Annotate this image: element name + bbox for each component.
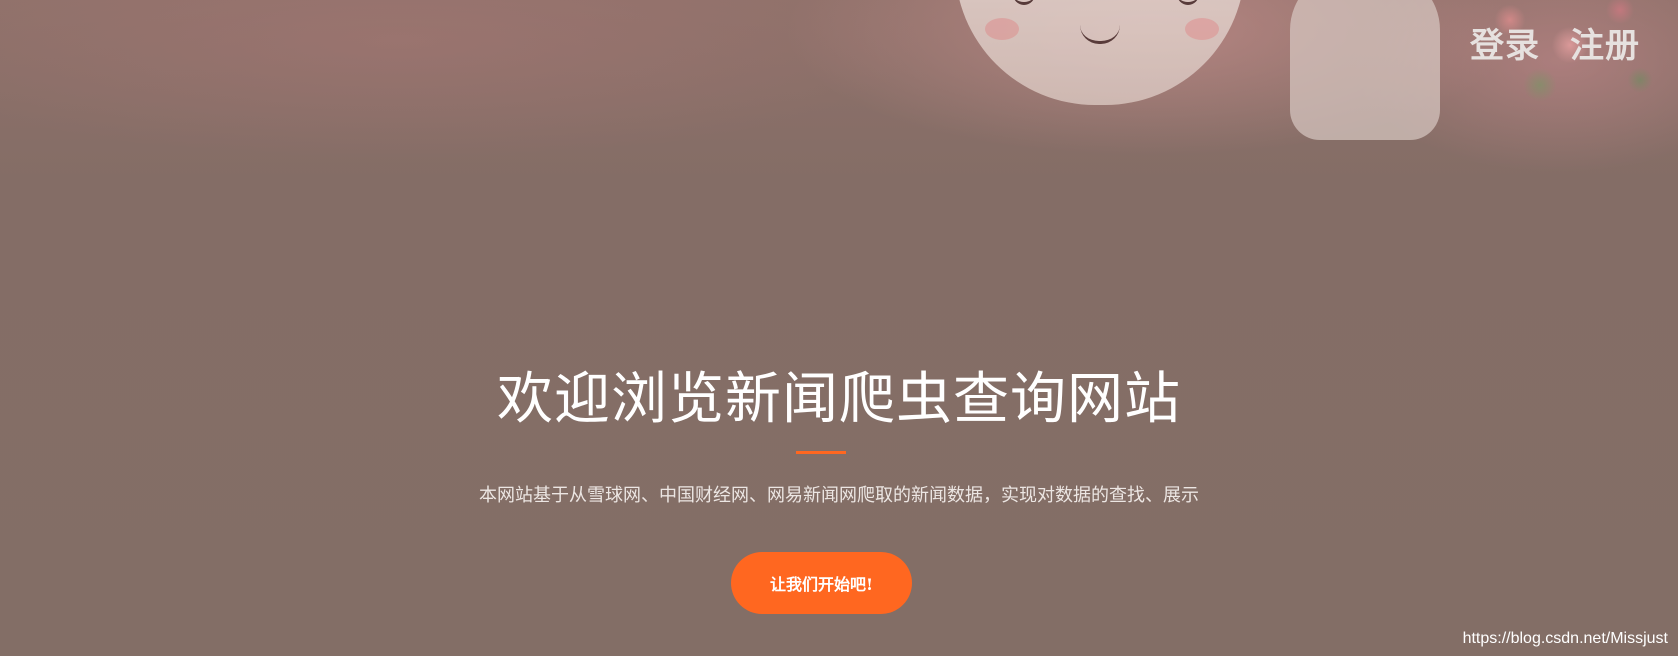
- mouth-decoration: [1080, 25, 1120, 44]
- left-cheek-decoration: [985, 18, 1019, 40]
- page-title: 欢迎浏览新闻爬虫查询网站: [497, 367, 1181, 432]
- watermark-text: https://blog.csdn.net/Missjust: [1462, 630, 1668, 647]
- login-link[interactable]: 登录: [1470, 18, 1540, 67]
- left-eye-decoration: [1013, 0, 1035, 5]
- right-eye-decoration: [1177, 0, 1199, 5]
- register-link[interactable]: 注册: [1570, 18, 1640, 67]
- title-divider: [796, 451, 846, 454]
- page-subtitle: 本网站基于从雪球网、中国财经网、网易新闻网爬取的新闻数据，实现对数据的查找、展示: [479, 485, 1199, 506]
- get-started-button[interactable]: 让我们开始吧!: [731, 552, 912, 614]
- right-cheek-decoration: [1185, 18, 1219, 40]
- top-nav: 登录 注册: [1470, 18, 1640, 67]
- ghost-decoration: [1290, 0, 1440, 140]
- cartoon-face-decoration: [955, 0, 1245, 105]
